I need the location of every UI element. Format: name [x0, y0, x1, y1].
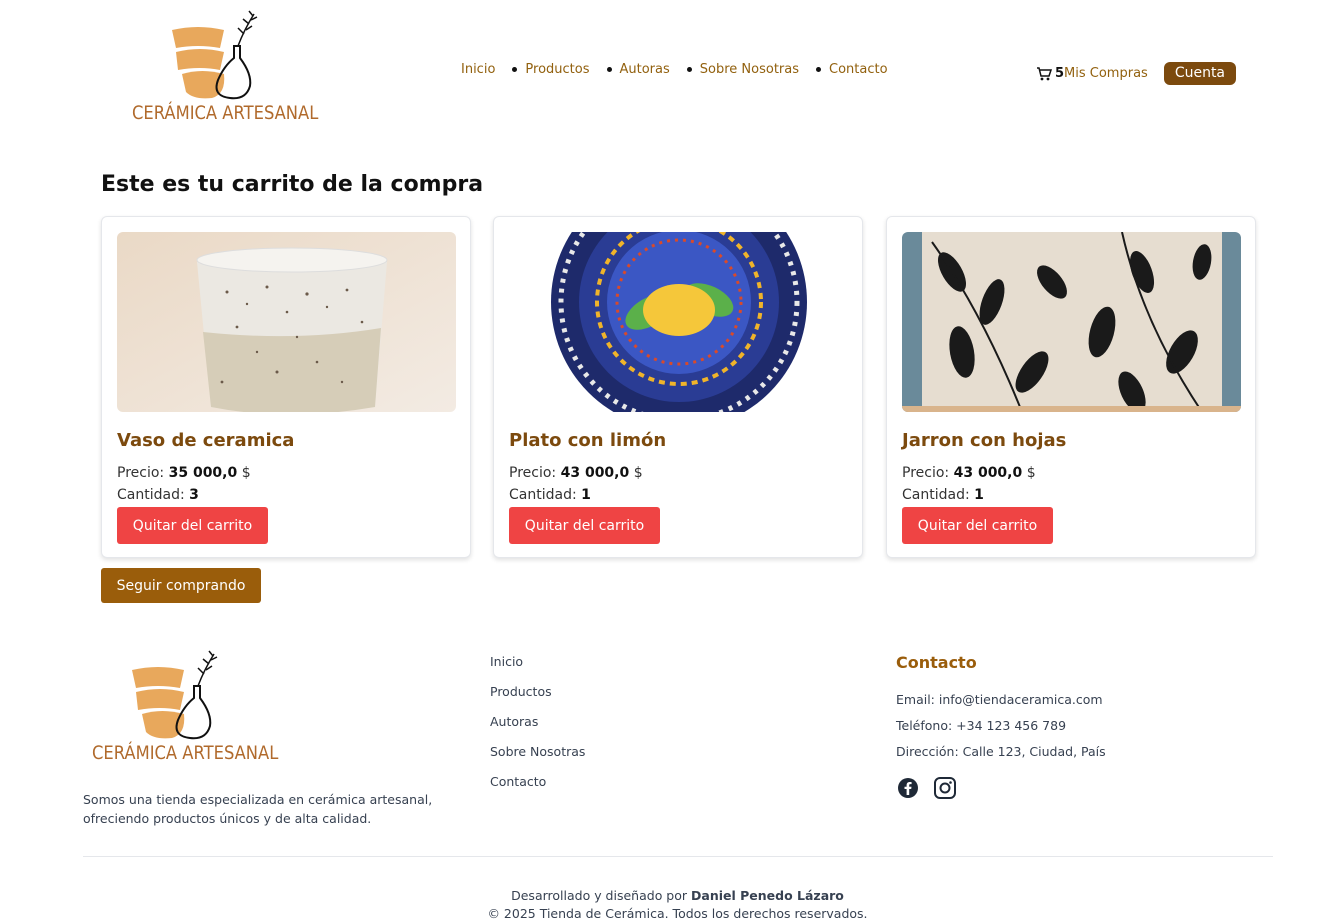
nav-separator-dot: [686, 67, 692, 72]
page-title: Este es tu carrito de la compra: [101, 172, 484, 197]
product-price: Precio: 35 000,0 $: [117, 465, 251, 481]
footer-copyright: © 2025 Tienda de Cerámica. Todos los der…: [487, 906, 868, 921]
product-quantity: Cantidad: 1: [509, 487, 591, 503]
cart-item-card: Jarron con hojas Precio: 43 000,0 $ Cant…: [886, 216, 1256, 558]
nav-separator-dot: [816, 67, 822, 72]
logo-text: CERÁMICA ARTESANAL: [92, 742, 279, 764]
footer-links: Inicio Productos Autoras Sobre Nosotras …: [490, 654, 585, 804]
product-image: [117, 232, 456, 412]
product-image: [509, 232, 848, 412]
product-quantity: Cantidad: 1: [902, 487, 984, 503]
footer-link-sobre-nosotras[interactable]: Sobre Nosotras: [490, 744, 585, 774]
author-name: Daniel Penedo Lázaro: [691, 888, 844, 903]
contact-address: Dirección: Calle 123, Ciudad, País: [896, 744, 1106, 759]
vase-logo-icon: [132, 650, 218, 740]
footer-divider: [83, 856, 1273, 857]
footer-link-autoras[interactable]: Autoras: [490, 714, 585, 744]
footer-link-inicio[interactable]: Inicio: [490, 654, 585, 684]
nav-separator-dot: [606, 67, 612, 72]
remove-from-cart-button[interactable]: Quitar del carrito: [117, 507, 268, 544]
footer-link-productos[interactable]: Productos: [490, 684, 585, 714]
continue-shopping-button[interactable]: Seguir comprando: [101, 568, 261, 603]
nav-separator-dot: [512, 67, 518, 72]
nav-contacto[interactable]: Contacto: [829, 62, 888, 77]
cart-count-badge: 5: [1055, 66, 1065, 81]
vase-logo-icon: [172, 10, 258, 100]
nav-inicio[interactable]: Inicio: [461, 62, 495, 77]
product-image: [902, 232, 1241, 412]
cart-item-card: Plato con limón Precio: 43 000,0 $ Canti…: [493, 216, 863, 558]
contact-phone: Teléfono: +34 123 456 789: [896, 718, 1067, 733]
site-header: CERÁMICA ARTESANAL Inicio Productos Auto…: [0, 0, 1344, 140]
shopping-cart-icon: [1037, 66, 1052, 80]
cart-item-card: Vaso de ceramica Precio: 35 000,0 $ Cant…: [101, 216, 471, 558]
footer-link-contacto[interactable]: Contacto: [490, 774, 585, 804]
product-quantity: Cantidad: 3: [117, 487, 199, 503]
cart-link[interactable]: 5 Mis Compras Cuenta: [1036, 62, 1237, 85]
footer-credits: Desarrollado y diseñado por Daniel Pened…: [511, 888, 844, 903]
cart-label: Mis Compras: [1064, 66, 1148, 81]
nav-sobre-nosotras[interactable]: Sobre Nosotras: [700, 62, 799, 77]
product-name: Vaso de ceramica: [117, 430, 295, 451]
nav-autoras[interactable]: Autoras: [620, 62, 670, 77]
cart-items: Vaso de ceramica Precio: 35 000,0 $ Cant…: [101, 216, 1256, 558]
instagram-icon[interactable]: [933, 776, 957, 800]
site-logo[interactable]: CERÁMICA ARTESANAL: [128, 10, 318, 130]
contact-heading: Contacto: [896, 653, 977, 672]
main-nav: Inicio Productos Autoras Sobre Nosotras …: [461, 62, 888, 77]
footer-logo[interactable]: CERÁMICA ARTESANAL: [88, 650, 278, 770]
logo-text: CERÁMICA ARTESANAL: [132, 102, 319, 124]
account-button[interactable]: Cuenta: [1163, 62, 1237, 85]
product-name: Plato con limón: [509, 430, 667, 451]
remove-from-cart-button[interactable]: Quitar del carrito: [509, 507, 660, 544]
remove-from-cart-button[interactable]: Quitar del carrito: [902, 507, 1053, 544]
nav-productos[interactable]: Productos: [525, 62, 589, 77]
product-name: Jarron con hojas: [902, 430, 1067, 451]
contact-email: Email: info@tiendaceramica.com: [896, 692, 1103, 707]
product-price: Precio: 43 000,0 $: [902, 465, 1036, 481]
product-price: Precio: 43 000,0 $: [509, 465, 643, 481]
facebook-icon[interactable]: [896, 776, 920, 800]
footer-description: Somos una tienda especializada en cerámi…: [83, 792, 433, 826]
